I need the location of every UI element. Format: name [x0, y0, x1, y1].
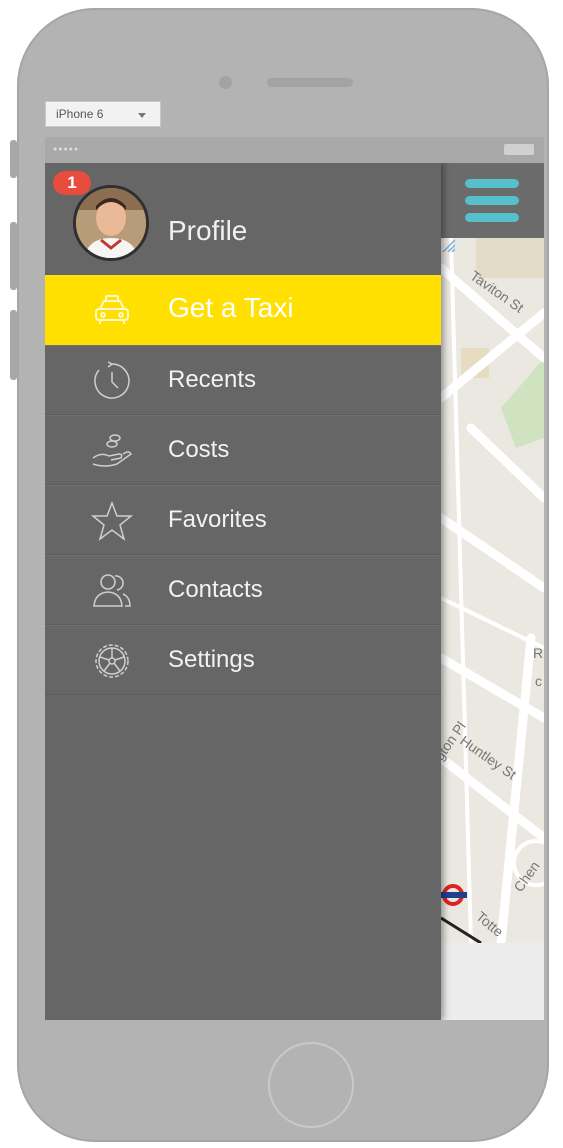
notification-badge: 1 [53, 171, 91, 195]
menu-item-label: Contacts [168, 576, 263, 603]
avatar[interactable] [73, 185, 149, 261]
map-view[interactable]: Taviton St ngton Pl Huntley St Chen Tott… [441, 163, 544, 1020]
status-bar: ●●●●● [45, 137, 544, 163]
navigation-drawer: 1 Profile Get a Taxi Recents Costs Favor… [45, 163, 441, 1020]
signal-dots-icon: ●●●●● [53, 146, 80, 153]
phone-camera [219, 76, 232, 89]
app-screen: Taviton St ngton Pl Huntley St Chen Tott… [45, 163, 544, 1020]
resize-grip-icon[interactable] [441, 238, 455, 252]
menu-item-recents[interactable]: Recents [45, 345, 441, 415]
menu-item-contacts[interactable]: Contacts [45, 555, 441, 625]
map-streets: Taviton St ngton Pl Huntley St Chen Tott… [441, 238, 544, 943]
map-bottom-panel [441, 943, 544, 1020]
star-icon [91, 500, 133, 541]
menu-item-label: Recents [168, 366, 257, 393]
menu-item-settings[interactable]: Settings [45, 625, 441, 695]
menu-item-label: Settings [168, 646, 255, 673]
device-selector-value: iPhone 6 [56, 107, 104, 121]
menu-item-label: Costs [168, 436, 230, 463]
phone-speaker [267, 78, 353, 87]
menu-item-label: Get a Taxi [168, 292, 294, 323]
caret-down-icon [138, 113, 146, 118]
volume-up-button [10, 222, 17, 290]
device-selector[interactable]: iPhone 6 [45, 101, 161, 127]
profile-label: Profile [168, 215, 248, 246]
menu-item-get-a-taxi[interactable]: Get a Taxi [45, 275, 441, 345]
menu-item-label: Favorites [168, 506, 267, 533]
taxi-icon [95, 295, 129, 324]
contacts-icon [93, 574, 131, 607]
menu-item-costs[interactable]: Costs [45, 415, 441, 485]
menu-item-favorites[interactable]: Favorites [45, 485, 441, 555]
volume-down-button [10, 310, 17, 380]
map-top-bar [441, 163, 544, 238]
hand-coins-icon [92, 434, 132, 467]
street-label: R [533, 645, 543, 661]
profile-header[interactable]: 1 Profile [45, 163, 441, 275]
hamburger-menu-icon[interactable] [465, 179, 519, 223]
home-button[interactable] [268, 1042, 354, 1128]
street-label: c [535, 673, 542, 689]
battery-icon [504, 144, 534, 155]
history-icon [94, 361, 130, 399]
mute-switch [10, 140, 17, 178]
gear-icon [95, 644, 129, 678]
